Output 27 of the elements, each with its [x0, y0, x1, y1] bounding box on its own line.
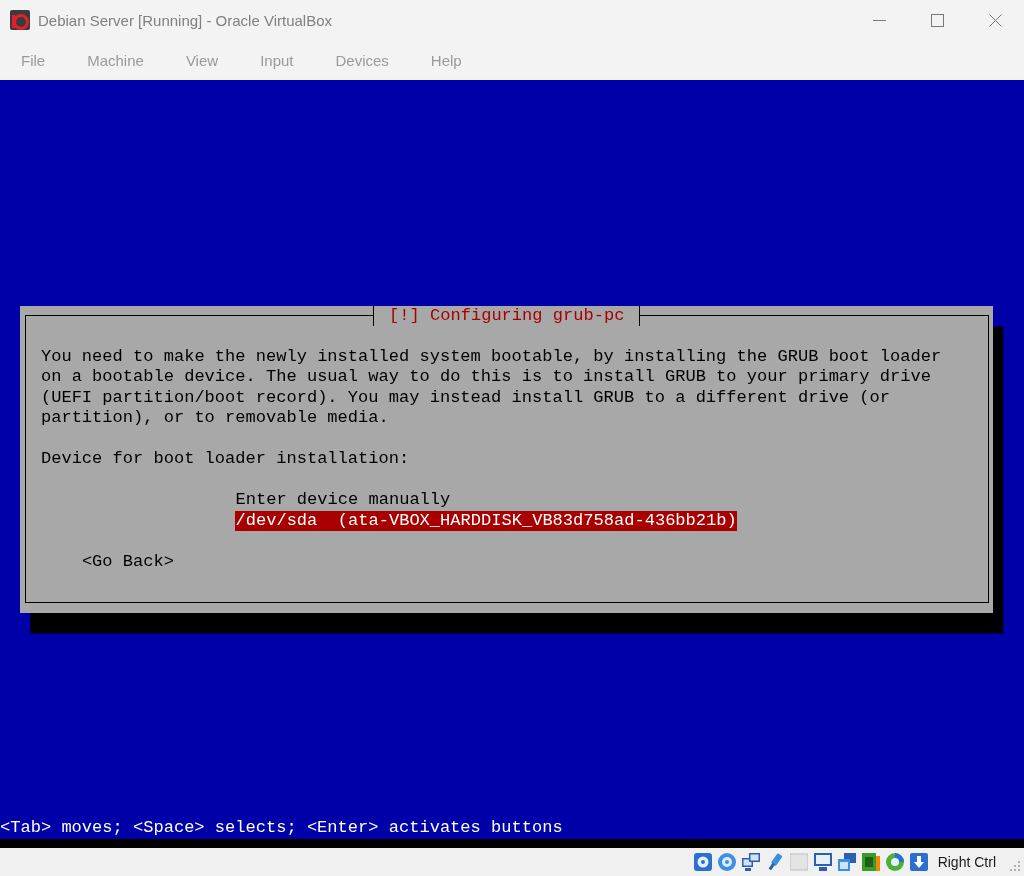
- prompt-label: Device for boot loader installation:: [40, 449, 410, 470]
- windows-icon[interactable]: [837, 853, 856, 871]
- ring-icon[interactable]: [885, 853, 904, 871]
- close-icon: [988, 13, 1002, 27]
- device-option[interactable]: /dev/sda (ata-VBOX_HARDDISK_VB83d758ad-436bb21b): [235, 510, 737, 531]
- chip-icon[interactable]: [861, 853, 880, 871]
- blank-tile-icon[interactable]: [789, 853, 808, 871]
- key-hint: <Tab> moves; <Space> selects; <Enter> activates buttons: [0, 818, 563, 839]
- network-icon[interactable]: [741, 853, 760, 871]
- resize-grip-icon[interactable]: [1010, 861, 1020, 871]
- menu-item[interactable]: View: [185, 51, 219, 69]
- menu-item[interactable]: Machine: [87, 51, 144, 69]
- app-logo-icon: [10, 10, 30, 30]
- menu-item[interactable]: Devices: [335, 51, 389, 69]
- host-key-label: Right Ctrl: [937, 854, 996, 870]
- dialog-message: You need to make the newly installed system bootable, by installing the GRUB boot loader on a bootable device. The usual way to do this is to install GRUB to your primary drive (UEFI partition/boot record). You may instead install GRUB to a different drive (or partition), or to removable media.: [40, 346, 943, 429]
- menu-item[interactable]: Help: [430, 51, 462, 69]
- minimize-icon: [872, 19, 886, 21]
- window-title: Debian Server [Running] - Oracle VirtualBox: [38, 11, 334, 29]
- menu-item[interactable]: Input: [260, 51, 294, 69]
- optical-disc-icon[interactable]: [717, 853, 736, 871]
- maximize-icon: [930, 13, 944, 27]
- go-back-button[interactable]: <Go Back>: [81, 551, 174, 572]
- dialog-title: [!] Configuring grub-pc: [373, 305, 641, 326]
- menu-item[interactable]: File: [21, 51, 46, 69]
- monitor-icon[interactable]: [813, 853, 832, 871]
- device-option[interactable]: Enter device manually: [235, 490, 451, 511]
